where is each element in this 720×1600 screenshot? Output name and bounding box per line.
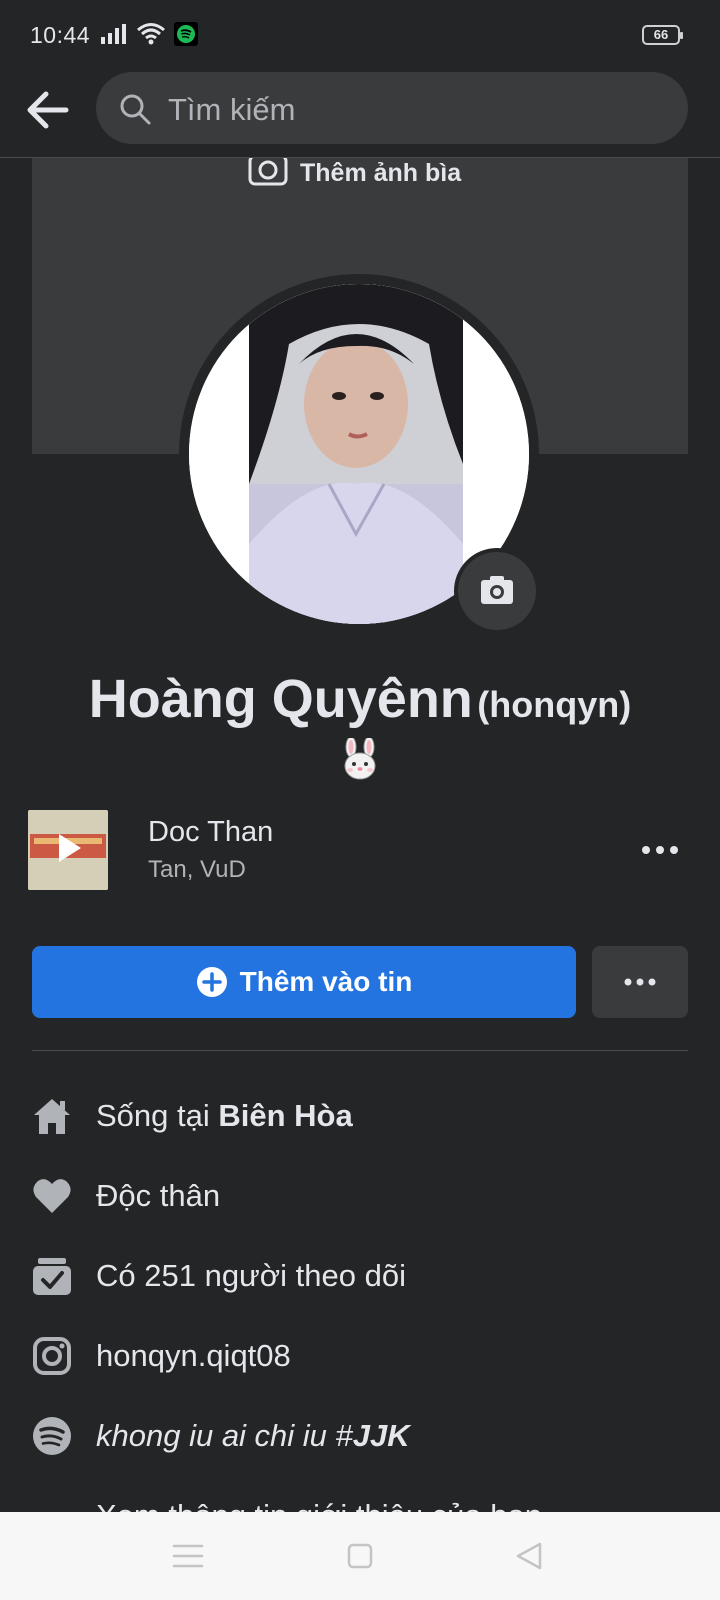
search-icon	[120, 94, 151, 125]
back-triangle-icon[interactable]	[512, 1538, 548, 1574]
detail-followers[interactable]: Có 251 người theo dõi	[32, 1236, 688, 1316]
lives-in-prefix: Sống tại	[96, 1098, 219, 1133]
status-time: 10:44	[30, 22, 91, 48]
camera-icon	[248, 158, 288, 186]
lives-in-city: Biên Hòa	[218, 1098, 353, 1133]
spotify-tag: JJK	[352, 1418, 410, 1453]
detail-spotify[interactable]: khong iu ai chi iu #JJK	[32, 1396, 688, 1476]
system-navigation-bar	[0, 1512, 720, 1600]
spotify-text: khong iu ai chi iu #	[96, 1418, 353, 1453]
add-to-story-button[interactable]: Thêm vào tin	[32, 946, 576, 1018]
wifi-icon	[137, 23, 165, 45]
home-icon	[34, 1099, 70, 1134]
signal-icon	[101, 24, 126, 44]
rabbit-face-icon	[338, 736, 382, 782]
battery-indicator: 66	[642, 25, 683, 45]
profile-name-line: Hoàng Quyênn (honqyn)	[0, 668, 720, 730]
add-cover-photo-button[interactable]: Thêm ảnh bìa	[248, 158, 461, 188]
spotify-icon	[33, 1417, 71, 1455]
detail-instagram[interactable]: honqyn.qiqt08	[32, 1316, 688, 1396]
detail-relationship[interactable]: Độc thân	[32, 1156, 688, 1236]
divider	[32, 1050, 688, 1051]
detail-lives-in[interactable]: Sống tại Biên Hòa	[32, 1076, 688, 1156]
profile-music[interactable]: Doc Than Tan, VuD	[28, 808, 692, 892]
followers-icon	[33, 1258, 71, 1295]
home-square-icon[interactable]	[342, 1538, 378, 1574]
profile-username: (honqyn)	[477, 684, 632, 725]
add-cover-photo-label: Thêm ảnh bìa	[300, 158, 462, 187]
relationship-text: Độc thân	[96, 1178, 221, 1213]
back-button[interactable]	[24, 86, 72, 134]
camera-icon	[481, 576, 513, 604]
status-bar: 10:44 66	[0, 0, 720, 68]
more-dots-icon	[624, 978, 656, 986]
followers-text: Có 251 người theo dõi	[96, 1258, 406, 1293]
heart-icon	[33, 1179, 71, 1213]
spotify-icon	[174, 22, 198, 46]
album-art[interactable]	[28, 810, 108, 890]
search-placeholder: Tìm kiếm	[168, 92, 296, 127]
song-artist: Tan, VuD	[148, 856, 246, 883]
change-avatar-button[interactable]	[454, 548, 540, 634]
instagram-handle: honqyn.qiqt08	[96, 1338, 291, 1373]
add-to-story-label: Thêm vào tin	[239, 966, 413, 997]
app-header: Tìm kiếm	[0, 68, 720, 158]
more-dots-icon	[642, 846, 678, 854]
back-arrow-icon	[27, 91, 69, 129]
music-more-button[interactable]	[638, 828, 682, 872]
menu-icon[interactable]	[170, 1538, 206, 1574]
profile-more-button[interactable]	[592, 946, 688, 1018]
status-icons	[100, 22, 198, 46]
instagram-icon	[33, 1337, 71, 1375]
plus-circle-icon	[196, 967, 227, 997]
song-title: Doc Than	[148, 816, 274, 848]
search-input[interactable]: Tìm kiếm	[96, 72, 688, 144]
profile-name: Hoàng Quyênn	[88, 669, 473, 729]
profile-details: Sống tại Biên Hòa Độc thân Có 251 người …	[32, 1076, 688, 1556]
